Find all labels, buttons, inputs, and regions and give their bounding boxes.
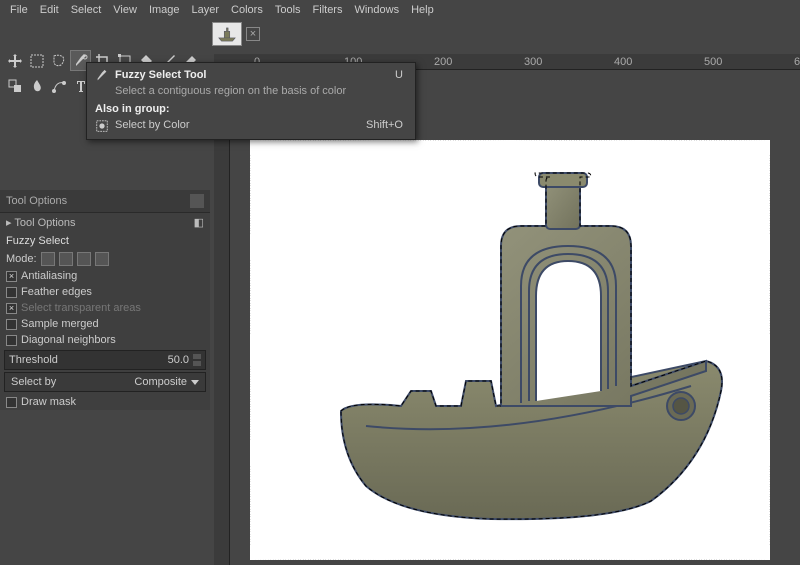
mode-label: Mode: — [6, 253, 37, 265]
select-by-value: Composite — [134, 376, 199, 388]
menu-filters[interactable]: Filters — [307, 2, 349, 18]
mode-intersect[interactable] — [95, 252, 109, 266]
panel-header: ▸ Tool Options — [6, 216, 76, 229]
panel-dock-icon[interactable]: ◧ — [194, 216, 204, 229]
tool-rect-select[interactable] — [26, 50, 47, 71]
label-feather: Feather edges — [21, 286, 92, 298]
tooltip-sub-shortcut: Shift+O — [366, 119, 407, 131]
select-by-label: Select by — [11, 376, 56, 388]
checkbox-diagonal[interactable] — [6, 335, 17, 346]
image-tab-bar: × — [0, 20, 800, 48]
menu-edit[interactable]: Edit — [34, 2, 65, 18]
menu-file[interactable]: File — [4, 2, 34, 18]
label-sample-merged: Sample merged — [21, 318, 99, 330]
ruler-vertical — [214, 70, 230, 565]
menu-select[interactable]: Select — [65, 2, 108, 18]
boat-thumb-icon — [216, 25, 238, 43]
mode-add[interactable] — [59, 252, 73, 266]
tool-tooltip: Fuzzy Select Tool U Select a contiguous … — [86, 62, 416, 140]
panel-tab-title: Tool Options — [0, 190, 210, 212]
select-by-dropdown[interactable]: Select by Composite — [4, 372, 206, 392]
mode-replace[interactable] — [41, 252, 55, 266]
tooltip-shortcut: U — [395, 69, 407, 81]
tool-move[interactable] — [4, 50, 25, 71]
menu-tools[interactable]: Tools — [269, 2, 307, 18]
label-diagonal: Diagonal neighbors — [21, 334, 116, 346]
checkbox-antialias[interactable] — [6, 271, 17, 282]
tool-paths[interactable] — [48, 75, 69, 96]
checkbox-feather[interactable] — [6, 287, 17, 298]
checkbox-draw-mask[interactable] — [6, 397, 17, 408]
tool-name-label: Fuzzy Select — [0, 232, 210, 250]
fuzzy-select-icon — [95, 69, 109, 83]
image-tab-close[interactable]: × — [246, 27, 260, 41]
menu-windows[interactable]: Windows — [348, 2, 405, 18]
canvas-area[interactable] — [230, 70, 800, 565]
mode-subtract[interactable] — [77, 252, 91, 266]
select-by-color-icon — [95, 119, 109, 133]
mode-row: Mode: — [0, 250, 210, 268]
image-canvas[interactable] — [250, 140, 770, 560]
label-draw-mask: Draw mask — [21, 396, 76, 408]
tooltip-description: Select a contiguous region on the basis … — [87, 85, 415, 101]
label-transparent: Select transparent areas — [21, 302, 141, 314]
checkbox-sample-merged[interactable] — [6, 319, 17, 330]
checkbox-transparent[interactable] — [6, 303, 17, 314]
boat-image — [311, 151, 731, 531]
image-tab-thumbnail[interactable] — [212, 22, 242, 46]
threshold-label: Threshold — [9, 354, 58, 366]
menu-help[interactable]: Help — [405, 2, 440, 18]
tool-smudge[interactable] — [26, 75, 47, 96]
tool-free-select[interactable] — [48, 50, 69, 71]
tooltip-sub-item[interactable]: Select by Color — [115, 119, 360, 131]
tool-clone[interactable] — [4, 75, 25, 96]
label-antialias: Antialiasing — [21, 270, 77, 282]
tool-options-panel: Tool Options ▸ Tool Options ◧ Fuzzy Sele… — [0, 190, 210, 410]
panel-menu-button[interactable] — [190, 194, 204, 208]
menu-layer[interactable]: Layer — [186, 2, 226, 18]
threshold-spinner[interactable] — [193, 353, 201, 367]
menu-view[interactable]: View — [107, 2, 143, 18]
menu-image[interactable]: Image — [143, 2, 186, 18]
threshold-field[interactable]: Threshold 50.0 — [4, 350, 206, 370]
menu-colors[interactable]: Colors — [225, 2, 269, 18]
threshold-value[interactable]: 50.0 — [168, 354, 189, 366]
tooltip-also-label: Also in group: — [95, 103, 170, 115]
tooltip-title: Fuzzy Select Tool — [115, 69, 206, 81]
menu-bar: File Edit Select View Image Layer Colors… — [0, 0, 800, 20]
